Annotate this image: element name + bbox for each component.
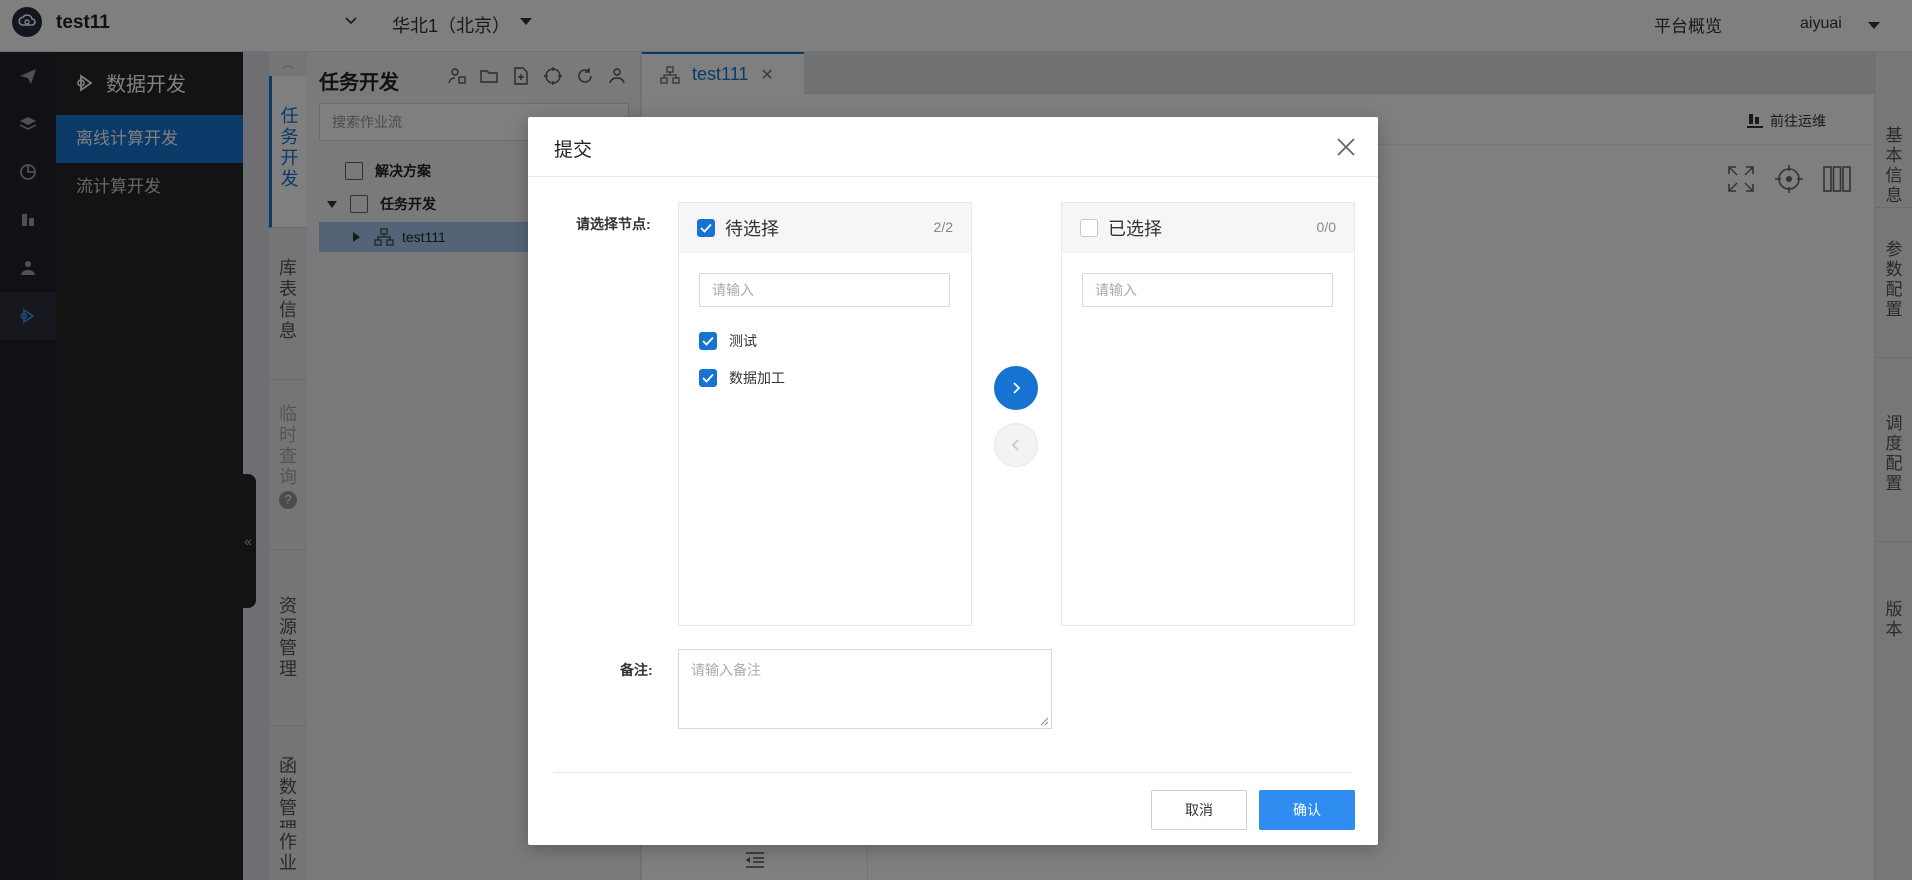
chevron-left-icon <box>1011 439 1019 451</box>
submit-dialog: 提交 请选择节点: 待选择 2/2 请输入 测试 数据加工 已选择 0/0 请输… <box>528 117 1378 845</box>
remark-label: 备注: <box>620 662 653 678</box>
footer-divider <box>554 772 1352 773</box>
move-left-button[interactable] <box>994 423 1038 467</box>
pending-count: 2/2 <box>933 219 953 235</box>
pending-search-input[interactable]: 请输入 <box>699 273 950 307</box>
pending-panel-title: 待选择 <box>725 219 779 239</box>
dialog-divider <box>528 176 1378 177</box>
pending-panel: 待选择 2/2 请输入 测试 数据加工 <box>678 202 972 626</box>
selected-search-input[interactable]: 请输入 <box>1082 273 1333 307</box>
item-checkbox[interactable] <box>699 332 717 350</box>
chevron-right-icon <box>1013 382 1021 394</box>
dialog-title: 提交 <box>554 140 593 161</box>
select-all-pending-checkbox[interactable] <box>697 219 715 237</box>
selected-panel-header: 已选择 0/0 <box>1062 203 1354 253</box>
select-all-selected-checkbox[interactable] <box>1080 219 1098 237</box>
item-checkbox[interactable] <box>699 369 717 387</box>
remark-textarea[interactable]: 请输入备注 <box>678 649 1052 729</box>
selected-panel: 已选择 0/0 请输入 <box>1061 202 1355 626</box>
pending-item-data-processing[interactable]: 数据加工 <box>699 368 785 388</box>
pending-item-test[interactable]: 测试 <box>699 331 757 351</box>
move-right-button[interactable] <box>994 366 1038 410</box>
selected-panel-title: 已选择 <box>1108 219 1162 239</box>
select-nodes-label: 请选择节点: <box>576 216 651 232</box>
resize-grip-icon[interactable] <box>1039 716 1049 726</box>
cancel-button[interactable]: 取消 <box>1151 790 1247 830</box>
pending-panel-header: 待选择 2/2 <box>679 203 971 253</box>
selected-count: 0/0 <box>1316 219 1336 235</box>
confirm-button[interactable]: 确认 <box>1259 790 1355 830</box>
close-icon[interactable] <box>1334 135 1358 159</box>
